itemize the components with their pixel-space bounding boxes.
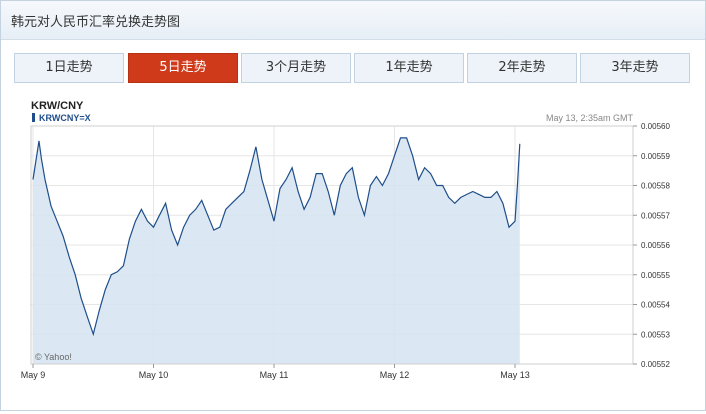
tab-1-year[interactable]: 1年走势 (354, 53, 464, 83)
y-tick-label: 0.00556 (641, 241, 670, 250)
x-tick-label: May 13 (500, 370, 530, 380)
y-tick-label: 0.00553 (641, 330, 670, 339)
x-tick-label: May 9 (21, 370, 46, 380)
chart-panel: 韩元对人民币汇率兑换走势图 1日走势 5日走势 3个月走势 1年走势 2年走势 … (0, 0, 706, 411)
x-tick-label: May 11 (260, 370, 289, 380)
tab-3-month[interactable]: 3个月走势 (241, 53, 351, 83)
y-tick-label: 0.00555 (641, 271, 670, 280)
y-tick-label: 0.00557 (641, 211, 670, 220)
tab-3-year[interactable]: 3年走势 (580, 53, 690, 83)
legend-swatch (32, 113, 35, 122)
page-title: 韩元对人民币汇率兑换走势图 (11, 15, 181, 30)
exchange-rate-chart: 0.00552 0.00553 0.00554 0.00555 0.00556 0.005… (21, 100, 671, 380)
yahoo-credit: © Yahoo! (35, 352, 72, 362)
title-bar: 韩元对人民币汇率兑换走势图 (1, 1, 705, 40)
x-tick-label: May 12 (380, 370, 410, 380)
y-tick-label: 0.00559 (641, 152, 670, 161)
chart-timestamp: May 13, 2:35am GMT (546, 113, 634, 123)
chart-area: 0.00552 0.00553 0.00554 0.00555 0.00556 0.005… (1, 96, 705, 410)
x-axis: May 9 May 10 May 11 May 12 May 13 (21, 364, 530, 380)
y-axis: 0.00552 0.00553 0.00554 0.00555 0.00556 0.005… (633, 122, 670, 369)
x-tick-label: May 10 (139, 370, 169, 380)
y-tick-label: 0.00552 (641, 360, 670, 369)
chart-title: KRW/CNY (31, 100, 84, 112)
legend-label: KRWCNY=X (39, 113, 91, 123)
tab-1-day[interactable]: 1日走势 (14, 53, 124, 83)
y-tick-label: 0.00554 (641, 301, 670, 310)
y-tick-label: 0.00560 (641, 122, 670, 131)
y-tick-label: 0.00558 (641, 182, 670, 191)
tab-5-day[interactable]: 5日走势 (128, 53, 238, 83)
series-area (33, 137, 520, 364)
tab-2-year[interactable]: 2年走势 (467, 53, 577, 83)
